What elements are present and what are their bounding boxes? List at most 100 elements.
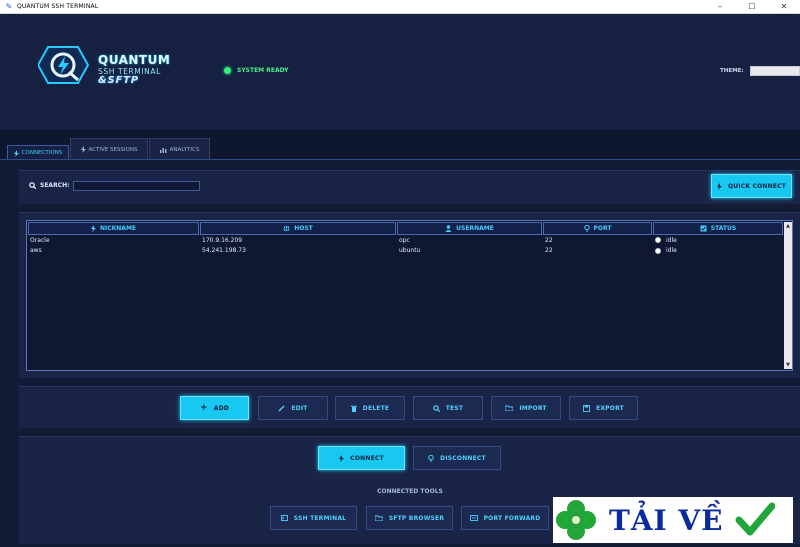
minimize-button[interactable]: – (704, 0, 736, 14)
export-label: EXPORT (596, 404, 624, 412)
tab-label: ANALYTICS (169, 146, 200, 153)
column-label: USERNAME (456, 225, 494, 232)
cell-host: 54.241.198.73 (202, 247, 246, 254)
lightning-icon (80, 146, 86, 153)
terminal-icon (280, 515, 288, 521)
tab-analytics[interactable]: ANALYTICS (149, 138, 210, 160)
tab-label: CONNECTIONS (21, 150, 63, 156)
quick-connect-label: QUICK CONNECT (727, 182, 787, 190)
column-label: HOST (294, 225, 313, 232)
scroll-down-icon[interactable]: ▼ (784, 361, 792, 369)
test-button[interactable]: TEST (413, 396, 483, 420)
chart-icon (159, 147, 167, 153)
window-controls: – ☐ ✕ (704, 0, 800, 14)
maximize-button[interactable]: ☐ (736, 0, 768, 14)
ssh-terminal-button[interactable]: SSH TERMINAL (270, 506, 357, 530)
column-header-port[interactable]: PORT (543, 222, 652, 235)
search-icon (29, 182, 36, 189)
column-label: PORT (593, 225, 612, 232)
column-header-nickname[interactable]: NICKNAME (28, 222, 199, 235)
cell-host: 170.9.16.209 (202, 237, 243, 244)
sftp-browser-label: SFTP BROWSER (388, 514, 445, 522)
edit-button[interactable]: EDIT (258, 396, 328, 420)
edit-label: EDIT (291, 404, 308, 412)
cell-username: opc (399, 237, 410, 244)
cell-status: idle (666, 237, 677, 244)
lightning-icon (90, 225, 96, 232)
theme-dropdown[interactable] (749, 66, 800, 76)
connect-label: CONNECT (350, 454, 384, 462)
cell-username: ubuntu (399, 247, 421, 254)
trash-icon (350, 405, 357, 412)
add-label: ADD (213, 404, 229, 412)
cell-nickname: aws (30, 247, 42, 254)
download-watermark: TẢI VỀ (553, 497, 793, 543)
cell-status: idle (666, 247, 677, 254)
port-forward-label: PORT FORWARD (483, 514, 541, 522)
tab-divider (0, 159, 800, 160)
test-label: TEST (445, 404, 464, 412)
connected-tools-label: CONNECTED TOOLS (377, 488, 443, 495)
logo-line-1: QUANTUM (98, 53, 171, 67)
cell-port: 22 (545, 247, 553, 254)
logo-line-3: &SFTP (98, 75, 139, 86)
actions-panel (19, 386, 800, 428)
column-header-status[interactable]: STATUS (653, 222, 783, 235)
port-forward-button[interactable]: PORT FORWARD (461, 506, 549, 530)
theme-selector: THEME: (720, 66, 800, 76)
cell-port: 22 (545, 237, 553, 244)
globe-icon (283, 225, 290, 232)
user-icon (445, 225, 452, 232)
quick-connect-button[interactable]: QUICK CONNECT (711, 174, 792, 198)
theme-label: THEME: (720, 68, 744, 74)
disconnect-button[interactable]: DISCONNECT (413, 446, 501, 470)
export-button[interactable]: EXPORT (569, 396, 638, 420)
watermark-text: TẢI VỀ (609, 503, 724, 537)
quantum-logo: QUANTUM SSH TERMINAL &SFTP (38, 45, 188, 86)
lightning-icon (339, 454, 345, 462)
column-header-host[interactable]: HOST (200, 222, 396, 235)
status-icon (700, 225, 707, 232)
pencil-icon (278, 405, 285, 411)
column-label: STATUS (710, 225, 737, 232)
sftp-browser-button[interactable]: SFTP BROWSER (366, 506, 453, 530)
close-button[interactable]: ✕ (768, 0, 800, 14)
app-header: QUANTUM SSH TERMINAL &SFTP SYSTEM READY … (0, 14, 800, 130)
import-button[interactable]: IMPORT (491, 396, 561, 420)
delete-button[interactable]: DELETE (335, 396, 405, 420)
idle-status-icon (655, 237, 661, 243)
search-input[interactable] (73, 181, 200, 191)
pin-icon (428, 454, 434, 462)
tab-active-sessions[interactable]: ACTIVE SESSIONS (70, 138, 148, 160)
clover-icon (556, 500, 596, 540)
folder-icon (374, 515, 383, 521)
window-titlebar: ✎ QUANTUM SSH TERMINAL – ☐ ✕ (0, 0, 800, 14)
column-header-username[interactable]: USERNAME (397, 222, 542, 235)
folder-icon (505, 405, 514, 411)
save-icon (583, 404, 591, 412)
system-status: SYSTEM READY (224, 67, 289, 74)
search-icon (432, 404, 440, 412)
checkmark-icon (735, 502, 776, 536)
plus-icon: + (200, 403, 208, 413)
scroll-up-icon[interactable]: ▲ (784, 222, 792, 230)
connect-button[interactable]: CONNECT (318, 446, 405, 470)
status-dot-icon (224, 67, 231, 74)
search-label-group: SEARCH: (29, 182, 70, 189)
table-scrollbar[interactable]: ▲ ▼ (784, 222, 792, 369)
cell-nickname: Oracle (30, 237, 50, 244)
ssh-terminal-label: SSH TERMINAL (293, 514, 347, 522)
network-icon (469, 515, 478, 521)
idle-status-icon (655, 248, 661, 254)
disconnect-label: DISCONNECT (440, 454, 486, 462)
app-feather-icon: ✎ (5, 1, 13, 11)
add-button[interactable]: + ADD (180, 396, 249, 420)
search-label: SEARCH: (40, 182, 70, 189)
quantum-q-logo-icon (38, 46, 90, 84)
delete-label: DELETE (362, 404, 390, 412)
status-text: SYSTEM READY (237, 67, 289, 74)
column-label: NICKNAME (99, 225, 137, 232)
pin-icon (583, 225, 590, 232)
tab-label: ACTIVE SESSIONS (88, 146, 138, 153)
tab-connections[interactable]: CONNECTIONS (7, 145, 69, 160)
